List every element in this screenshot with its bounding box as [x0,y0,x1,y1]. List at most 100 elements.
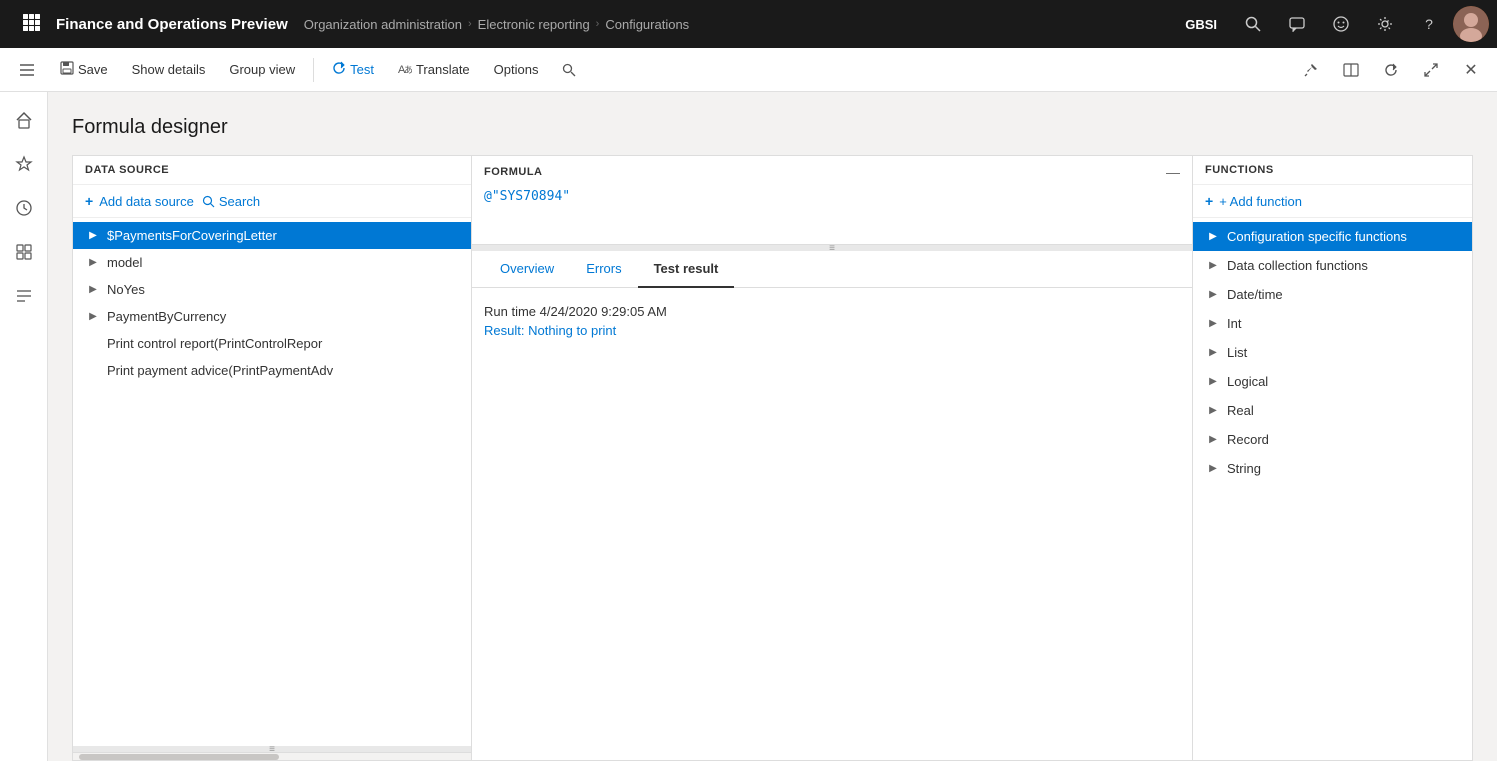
datasource-item-printcontrol[interactable]: Print control report(PrintControlRepor [73,330,471,357]
apps-menu-button[interactable]: ⁠ [8,0,48,48]
options-button[interactable]: Options [484,56,549,83]
datasource-search-button[interactable]: Search [202,194,260,209]
add-function-plus-icon: + [1205,193,1213,209]
help-nav-button[interactable]: ? [1409,0,1449,48]
function-item-logical[interactable]: ▶ Logical [1193,367,1472,396]
app-title: Finance and Operations Preview [48,16,304,33]
formula-header-row: FORMULA — [472,156,1192,184]
settings-nav-button[interactable] [1365,0,1405,48]
function-item-int[interactable]: ▶ Int [1193,309,1472,338]
datacollection-chevron-icon: ▶ [1205,260,1221,271]
tab-test-result[interactable]: Test result [638,251,735,288]
datetime-label: Date/time [1227,287,1283,302]
datacollection-label: Data collection functions [1227,258,1368,273]
breadcrumb-chevron-1: › [468,18,472,30]
breadcrumb-configurations[interactable]: Configurations [605,17,689,32]
datasource-item-paymentbycurrency[interactable]: ▶ PaymentByCurrency [73,303,471,330]
result-label: Result: [484,323,524,338]
translate-icon: Aあ [398,61,412,78]
formula-value: @"SYS70894" [484,189,570,204]
show-details-label: Show details [132,62,206,77]
hamburger-menu-button[interactable] [8,55,46,85]
function-item-config[interactable]: ▶ Configuration specific functions [1193,222,1472,251]
function-item-datacollection[interactable]: ▶ Data collection functions [1193,251,1472,280]
datasource-item-model[interactable]: ▶ model [73,249,471,276]
config-chevron-icon: ▶ [1205,231,1221,242]
add-datasource-plus-icon: + [85,193,93,209]
function-item-datetime[interactable]: ▶ Date/time [1193,280,1472,309]
functions-list: ▶ Configuration specific functions ▶ Dat… [1193,218,1472,760]
breadcrumb-org[interactable]: Organization administration [304,17,462,32]
datasource-list: ▶ $PaymentsForCoveringLetter ▶ model ▶ N… [73,218,471,746]
result-runtime: Run time 4/24/2020 9:29:05 AM [484,304,1180,319]
payments-label: $PaymentsForCoveringLetter [107,228,277,243]
add-datasource-button[interactable]: + Add data source [85,193,194,209]
test-label: Test [350,62,374,77]
group-view-button[interactable]: Group view [219,56,305,83]
sidebar-recent-button[interactable] [4,188,44,228]
formula-collapse-button[interactable]: — [1166,164,1180,180]
datasource-header: DATA SOURCE [73,156,471,185]
datasource-item-noyes[interactable]: ▶ NoYes [73,276,471,303]
function-item-real[interactable]: ▶ Real [1193,396,1472,425]
model-label: model [107,255,142,270]
refresh-icon [332,61,346,78]
designer-layout: DATA SOURCE + Add data source Search ▶ [72,155,1473,761]
result-value: Result: Nothing to print [484,323,1180,338]
close-button[interactable]: ✕ [1453,52,1489,88]
test-button[interactable]: Test [322,55,384,84]
options-label: Options [494,62,539,77]
pin-button[interactable] [1293,52,1329,88]
string-chevron-icon: ▶ [1205,463,1221,474]
tab-overview[interactable]: Overview [484,251,570,288]
options-search-button[interactable] [552,57,586,83]
config-label: Configuration specific functions [1227,229,1407,244]
breadcrumb-reporting[interactable]: Electronic reporting [478,17,590,32]
printcontrol-label: Print control report(PrintControlRepor [107,336,322,351]
tab-errors[interactable]: Errors [570,251,637,288]
page-title: Formula designer [72,116,1473,139]
refresh-page-button[interactable] [1373,52,1409,88]
sidebar-home-button[interactable] [4,100,44,140]
org-label: GBSI [1173,17,1229,32]
function-item-record[interactable]: ▶ Record [1193,425,1472,454]
show-details-button[interactable]: Show details [122,56,216,83]
content-area: Formula designer DATA SOURCE + Add data … [48,92,1497,761]
translate-button[interactable]: Aあ Translate [388,55,480,84]
chat-nav-button[interactable] [1277,0,1317,48]
paymentbycurrency-chevron-icon: ▶ [85,311,101,322]
function-item-list[interactable]: ▶ List [1193,338,1472,367]
translate-label: Translate [416,62,470,77]
top-navigation: ⁠ Finance and Operations Preview Organiz… [0,0,1497,48]
datasource-scrollbar[interactable] [73,752,471,760]
result-tabs: Overview Errors Test result [472,251,1192,288]
formula-panel: FORMULA — @"SYS70894" ≡ Overview [472,155,1193,761]
add-function-button[interactable]: + + Add function [1205,193,1460,209]
noyes-label: NoYes [107,282,145,297]
paymentbycurrency-label: PaymentByCurrency [107,309,226,324]
printpayment-label: Print payment advice(PrintPaymentAdv [107,363,333,378]
split-view-button[interactable] [1333,52,1369,88]
expand-button[interactable] [1413,52,1449,88]
left-sidebar-nav [0,92,48,761]
sidebar-modules-button[interactable] [4,276,44,316]
string-label: String [1227,461,1261,476]
smiley-nav-button[interactable] [1321,0,1361,48]
datasource-item-payments[interactable]: ▶ $PaymentsForCoveringLetter [73,222,471,249]
datasource-search-label: Search [219,194,260,209]
noyes-chevron-icon: ▶ [85,284,101,295]
formula-content[interactable]: @"SYS70894" [472,184,1192,244]
search-nav-button[interactable] [1233,0,1273,48]
save-button[interactable]: Save [50,55,118,84]
breadcrumb: Organization administration › Electronic… [304,17,1173,32]
add-function-label: + Add function [1219,194,1302,209]
function-item-string[interactable]: ▶ String [1193,454,1472,483]
result-content: Run time 4/24/2020 9:29:05 AM Result: No… [472,288,1192,760]
user-avatar[interactable] [1453,6,1489,42]
toolbar-separator-1 [313,58,314,82]
formula-section: FORMULA — @"SYS70894" [472,156,1192,245]
datasource-item-printpayment[interactable]: Print payment advice(PrintPaymentAdv [73,357,471,384]
sidebar-workspace-button[interactable] [4,232,44,272]
sidebar-favorites-button[interactable] [4,144,44,184]
datasource-panel: DATA SOURCE + Add data source Search ▶ [72,155,472,761]
